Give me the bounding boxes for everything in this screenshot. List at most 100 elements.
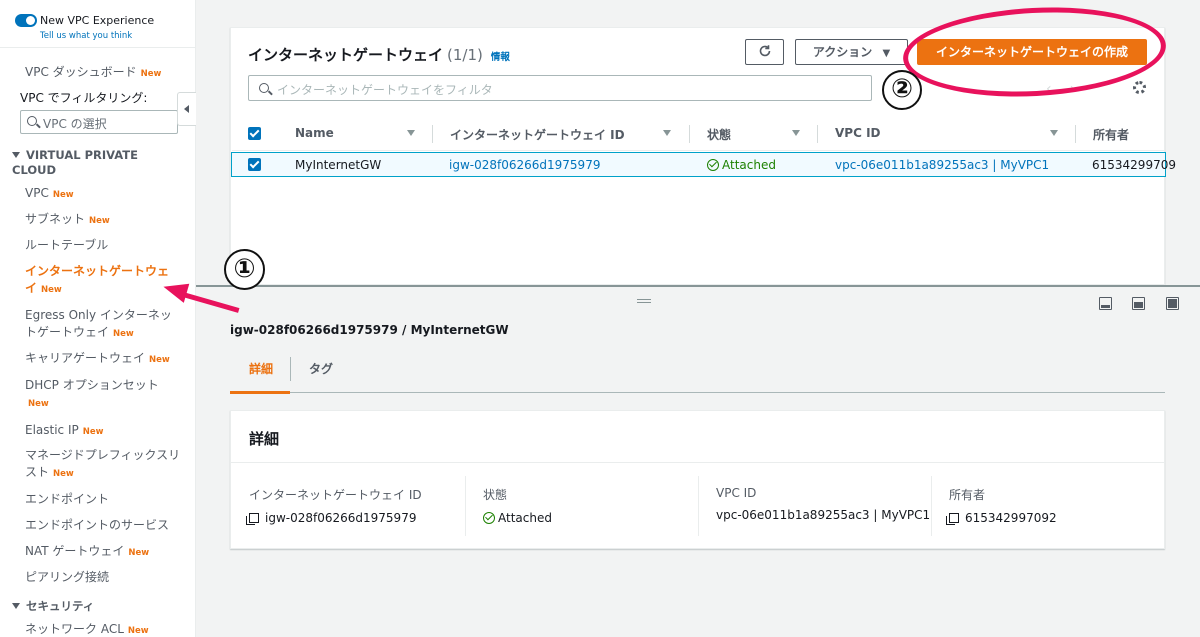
sidebar-item-peering[interactable]: ピアリング接続 (25, 569, 185, 586)
info-link[interactable]: 情報 (491, 52, 510, 63)
section-label: セキュリティ (26, 599, 95, 613)
select-all-checkbox[interactable] (248, 127, 261, 140)
detail-title: igw-028f06266d1975979 / MyInternetGW (230, 323, 509, 337)
sidebar-item-network-acl[interactable]: ネットワーク ACL New (25, 621, 185, 637)
column-header-owner[interactable]: 所有者 (1093, 126, 1129, 143)
new-badge: New (140, 69, 162, 79)
row-igw-id-link[interactable]: igw-028f06266d1975979 (449, 158, 600, 172)
details-card: 詳細 インターネットゲートウェイ ID igw-028f06266d197597… (230, 410, 1165, 549)
refresh-icon (759, 45, 770, 57)
sidebar-item-elastic-ip[interactable]: Elastic IP New (25, 422, 185, 441)
search-icon (27, 116, 37, 126)
column-divider (432, 125, 433, 143)
vpc-filter-label: VPC でフィルタリング: (20, 91, 148, 105)
sidebar-item-label: サブネット (25, 212, 86, 226)
vpc-select[interactable]: VPC の選択 (20, 110, 178, 134)
column-divider (689, 125, 690, 143)
column-header-vpc-id[interactable]: VPC ID (835, 126, 881, 140)
detail-field-state: 状態 Attached (483, 486, 552, 525)
sidebar-item-vpc[interactable]: VPC New (25, 185, 185, 204)
item-count: (1/1) (447, 46, 483, 64)
step-2-marker: ② (882, 70, 922, 110)
section-label: VIRTUAL PRIVATE CLOUD (12, 148, 138, 177)
tab-details[interactable]: 詳細 (249, 360, 273, 377)
collapse-sidebar-button[interactable] (177, 92, 196, 126)
sidebar-item-endpoint-services[interactable]: エンドポイントのサービス (25, 517, 185, 534)
panel-bottom-icon[interactable] (1099, 297, 1112, 310)
active-tab-indicator (230, 391, 290, 394)
caret-down-icon: ▼ (882, 48, 891, 59)
vpc-select-placeholder: VPC の選択 (43, 117, 107, 131)
sidebar-item-carrier-gateways[interactable]: キャリアゲートウェイ New (25, 350, 185, 369)
panel-full-icon[interactable] (1166, 297, 1179, 310)
row-checkbox[interactable] (248, 158, 261, 171)
section-security[interactable]: セキュリティ (12, 599, 94, 614)
column-divider (1075, 125, 1076, 143)
sidebar-item-label: DHCP オプションセット (25, 378, 159, 392)
row-state: Attached (707, 158, 776, 172)
sidebar-item-prefix-lists[interactable]: マネージドプレフィックスリスト New (25, 447, 185, 483)
sidebar-item-egress-only-gateways[interactable]: Egress Only インターネットゲートウェイ New (25, 307, 180, 343)
step-1-marker: ① (224, 249, 265, 290)
new-badge: New (82, 427, 104, 437)
field-value-text: 615342997092 (965, 511, 1057, 525)
column-header-igw-id[interactable]: インターネットゲートウェイ ID (450, 126, 625, 143)
actions-label: アクション (812, 45, 873, 59)
sort-icon[interactable] (663, 130, 671, 136)
feedback-link[interactable]: Tell us what you think (40, 31, 132, 41)
new-badge: New (113, 329, 134, 339)
column-divider (817, 125, 818, 143)
filter-input[interactable]: インターネットゲートウェイをフィルタ (248, 75, 872, 101)
sidebar: New VPC Experience Tell us what you thin… (0, 0, 196, 637)
sidebar-item-label: Elastic IP (25, 423, 79, 437)
sidebar-item-dashboard[interactable]: VPC ダッシュボード New (25, 64, 185, 83)
new-experience-toggle[interactable] (15, 14, 37, 27)
field-value-link[interactable]: vpc-06e011b1a89255ac3 | MyVPC1 (716, 508, 930, 522)
new-experience-title: New VPC Experience (40, 14, 155, 27)
sidebar-item-endpoints[interactable]: エンドポイント (25, 491, 185, 508)
new-vpc-experience: New VPC Experience Tell us what you thin… (0, 0, 195, 48)
filter-placeholder: インターネットゲートウェイをフィルタ (277, 83, 493, 97)
sort-icon[interactable] (407, 130, 415, 136)
sidebar-item-subnets[interactable]: サブネット New (25, 211, 185, 230)
section-vpc[interactable]: VIRTUAL PRIVATE CLOUD (12, 148, 162, 178)
copy-icon[interactable] (946, 513, 959, 525)
drag-handle-icon[interactable] (637, 299, 651, 303)
actions-dropdown[interactable]: アクション ▼ (795, 39, 908, 65)
column-header-state[interactable]: 状態 (707, 126, 731, 143)
row-vpc-link[interactable]: vpc-06e011b1a89255ac3 | MyVPC1 (835, 158, 1049, 172)
detail-field-vpc-id: VPC ID vpc-06e011b1a89255ac3 | MyVPC1 (716, 486, 930, 522)
row-name: MyInternetGW (295, 158, 382, 172)
sort-icon[interactable] (792, 130, 800, 136)
detail-field-owner: 所有者 615342997092 (946, 486, 1057, 525)
new-badge: New (52, 190, 74, 200)
sidebar-item-label: Egress Only インターネットゲートウェイ (25, 308, 172, 339)
caret-down-icon (12, 603, 20, 609)
column-divider (465, 476, 466, 536)
sidebar-item-route-tables[interactable]: ルートテーブル (25, 237, 185, 254)
panel-half-icon[interactable] (1132, 297, 1145, 310)
field-label: 所有者 (949, 488, 986, 502)
column-divider (698, 476, 699, 536)
sidebar-item-dhcp-options[interactable]: DHCP オプションセット New (25, 377, 165, 413)
field-label: VPC ID (716, 486, 757, 500)
panel-splitter[interactable] (196, 285, 1200, 287)
sidebar-item-internet-gateways[interactable]: インターネットゲートウェイ New (25, 263, 175, 299)
tab-tags[interactable]: タグ (309, 360, 333, 377)
gear-icon[interactable] (1133, 81, 1146, 94)
copy-icon[interactable] (246, 513, 259, 525)
sidebar-item-nat-gateways[interactable]: NAT ゲートウェイ New (25, 543, 185, 562)
sidebar-item-label: マネージドプレフィックスリスト (25, 448, 181, 479)
sort-icon[interactable] (1050, 130, 1058, 136)
tab-divider (290, 357, 291, 381)
table-row[interactable]: MyInternetGW igw-028f06266d1975979 Attac… (231, 152, 1176, 177)
refresh-button[interactable] (745, 39, 784, 65)
column-divider (931, 476, 932, 536)
new-badge: New (149, 355, 170, 365)
column-header-name[interactable]: Name (295, 126, 334, 140)
new-badge: New (28, 399, 49, 409)
sidebar-item-label: VPC (25, 186, 49, 200)
row-owner: 61534299709 (1092, 158, 1176, 172)
field-label: 状態 (483, 488, 508, 502)
details-card-title: 詳細 (231, 411, 1164, 463)
